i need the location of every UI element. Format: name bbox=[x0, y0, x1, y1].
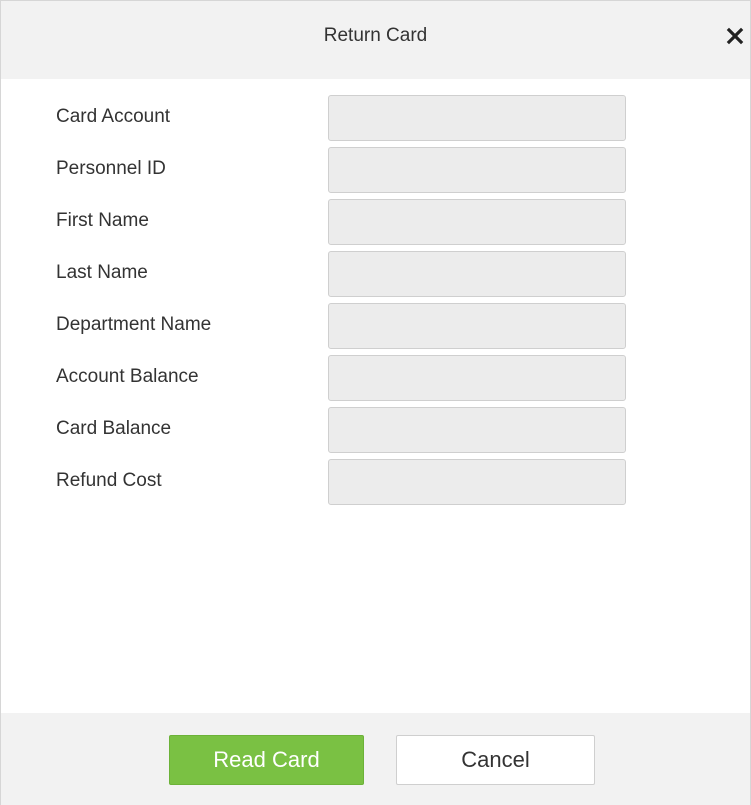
account-balance-field[interactable] bbox=[328, 355, 626, 401]
personnel-id-field[interactable] bbox=[328, 147, 626, 193]
dialog-title: Return Card bbox=[323, 25, 428, 46]
close-icon-glyph bbox=[726, 27, 744, 45]
dialog-footer: Read Card Cancel bbox=[1, 713, 750, 805]
form-row-department-name: Department Name bbox=[1, 303, 750, 355]
department-name-label: Department Name bbox=[56, 314, 212, 335]
form-row-card-balance: Card Balance bbox=[1, 407, 750, 459]
return-card-form: Card Account Personnel ID First Name Las… bbox=[1, 95, 750, 511]
card-account-field[interactable] bbox=[328, 95, 626, 141]
form-row-last-name: Last Name bbox=[1, 251, 750, 303]
last-name-label: Last Name bbox=[56, 262, 148, 283]
form-row-personnel-id: Personnel ID bbox=[1, 147, 750, 199]
read-card-button[interactable]: Read Card bbox=[169, 735, 364, 785]
return-card-dialog: Return Card Card Account Personnel ID Fi… bbox=[0, 0, 751, 805]
card-account-label: Card Account bbox=[56, 106, 171, 127]
personnel-id-label: Personnel ID bbox=[56, 158, 166, 179]
form-row-account-balance: Account Balance bbox=[1, 355, 750, 407]
form-row-first-name: First Name bbox=[1, 199, 750, 251]
account-balance-label: Account Balance bbox=[56, 366, 199, 387]
first-name-field[interactable] bbox=[328, 199, 626, 245]
last-name-field[interactable] bbox=[328, 251, 626, 297]
card-balance-label: Card Balance bbox=[56, 418, 172, 439]
dialog-header: Return Card bbox=[1, 1, 750, 79]
refund-cost-field[interactable] bbox=[328, 459, 626, 505]
form-row-refund-cost: Refund Cost bbox=[1, 459, 750, 511]
cancel-button[interactable]: Cancel bbox=[396, 735, 595, 785]
department-name-field[interactable] bbox=[328, 303, 626, 349]
first-name-label: First Name bbox=[56, 210, 149, 231]
close-icon[interactable] bbox=[724, 25, 746, 47]
refund-cost-label: Refund Cost bbox=[56, 470, 162, 491]
form-row-card-account: Card Account bbox=[1, 95, 750, 147]
card-balance-field[interactable] bbox=[328, 407, 626, 453]
